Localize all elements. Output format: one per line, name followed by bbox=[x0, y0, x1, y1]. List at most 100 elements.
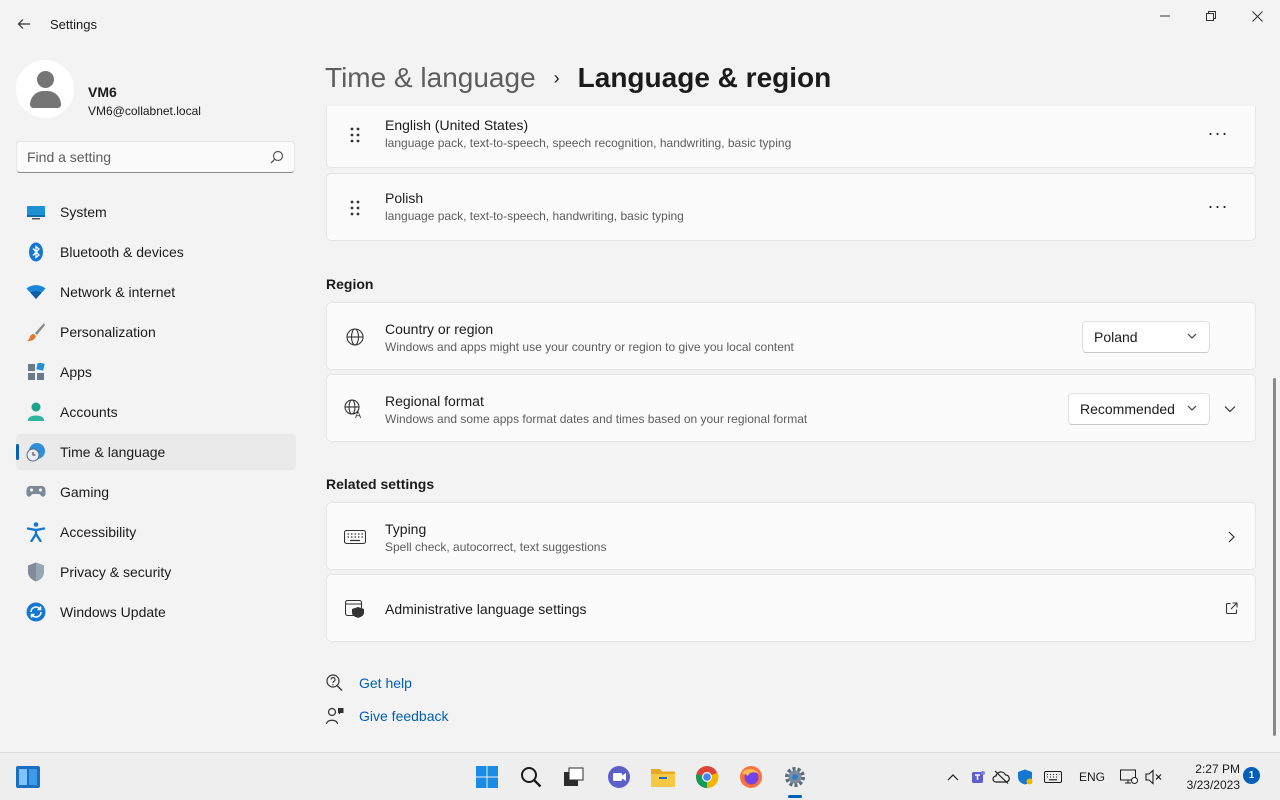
touch-keyboard-icon[interactable] bbox=[1044, 768, 1062, 786]
security-tray-icon[interactable] bbox=[1016, 768, 1034, 786]
keyboard-icon bbox=[343, 525, 367, 549]
sidebar-item-accounts[interactable]: Accounts bbox=[16, 394, 296, 430]
minimize-icon bbox=[1160, 15, 1170, 17]
user-profile[interactable]: VM6 VM6@collabnet.local bbox=[16, 60, 306, 118]
task-view-button[interactable] bbox=[560, 763, 588, 791]
sidebar-item-windows-update[interactable]: Windows Update bbox=[16, 594, 296, 630]
sidebar-item-bluetooth[interactable]: Bluetooth & devices bbox=[16, 234, 296, 270]
sidebar-item-label: Accounts bbox=[60, 404, 118, 420]
volume-muted-icon[interactable] bbox=[1145, 768, 1163, 786]
drag-handle-icon[interactable] bbox=[343, 196, 367, 220]
search-input[interactable] bbox=[27, 149, 270, 165]
page-title: Language & region bbox=[577, 62, 832, 93]
notification-badge[interactable]: 1 bbox=[1243, 767, 1260, 784]
accessibility-icon bbox=[26, 522, 46, 542]
sidebar-item-apps[interactable]: Apps bbox=[16, 354, 296, 390]
typing-card[interactable]: Typing Spell check, autocorrect, text su… bbox=[326, 502, 1256, 570]
regional-format-value: Recommended bbox=[1080, 401, 1175, 417]
admin-language-settings-card[interactable]: Administrative language settings bbox=[326, 574, 1256, 642]
bluetooth-icon bbox=[26, 242, 46, 262]
show-hidden-icons-button[interactable] bbox=[944, 768, 962, 786]
gamepad-icon bbox=[26, 482, 46, 502]
search-icon bbox=[521, 767, 542, 788]
sidebar-item-gaming[interactable]: Gaming bbox=[16, 474, 296, 510]
expand-chevron-icon[interactable] bbox=[1224, 403, 1236, 415]
task-view-icon bbox=[564, 767, 584, 786]
minimize-button[interactable] bbox=[1142, 0, 1188, 32]
network-tray-icon[interactable] bbox=[1120, 768, 1138, 786]
language-item-polish[interactable]: Polish language pack, text-to-speech, ha… bbox=[326, 173, 1256, 241]
related-settings-heading: Related settings bbox=[326, 476, 435, 492]
sidebar-item-system[interactable]: System bbox=[16, 194, 296, 230]
onedrive-offline-icon[interactable] bbox=[992, 768, 1010, 786]
country-title: Country or region bbox=[385, 321, 494, 337]
teams-chat-button[interactable] bbox=[605, 763, 633, 791]
country-region-card: Country or region Windows and apps might… bbox=[326, 302, 1256, 370]
breadcrumb-parent[interactable]: Time & language bbox=[325, 62, 536, 94]
chrome-button[interactable] bbox=[693, 763, 721, 791]
close-icon bbox=[1251, 10, 1263, 22]
language-item-english[interactable]: English (United States) language pack, t… bbox=[326, 106, 1256, 168]
wifi-icon bbox=[26, 282, 46, 302]
start-button[interactable] bbox=[473, 763, 501, 791]
restore-icon bbox=[1206, 11, 1216, 21]
sidebar-item-label: Accessibility bbox=[60, 524, 137, 540]
chevron-down-icon bbox=[1187, 405, 1197, 411]
update-icon bbox=[26, 602, 46, 622]
sidebar-item-accessibility[interactable]: Accessibility bbox=[16, 514, 296, 550]
more-options-button[interactable]: ··· bbox=[1203, 118, 1233, 148]
sidebar-item-label: Privacy & security bbox=[60, 564, 172, 580]
main-content: English (United States) language pack, t… bbox=[326, 106, 1256, 752]
get-help-link[interactable]: Get help bbox=[326, 674, 412, 692]
chevron-up-icon bbox=[947, 774, 959, 781]
apps-icon bbox=[26, 362, 46, 382]
drag-handle-icon[interactable] bbox=[343, 123, 367, 147]
sidebar-item-label: Bluetooth & devices bbox=[60, 244, 184, 260]
typing-title: Typing bbox=[385, 521, 427, 537]
sidebar-item-privacy[interactable]: Privacy & security bbox=[16, 554, 296, 590]
sidebar-item-network[interactable]: Network & internet bbox=[16, 274, 296, 310]
file-explorer-icon bbox=[651, 769, 675, 787]
teams-tray-icon[interactable] bbox=[969, 768, 987, 786]
country-value: Poland bbox=[1094, 329, 1138, 345]
sidebar-item-time-language[interactable]: Time & language bbox=[16, 434, 296, 470]
widgets-button[interactable] bbox=[14, 763, 42, 791]
scrollbar[interactable] bbox=[1273, 378, 1276, 736]
brush-icon bbox=[26, 322, 46, 342]
taskbar-search-button[interactable] bbox=[517, 763, 545, 791]
sidebar-item-personalization[interactable]: Personalization bbox=[16, 314, 296, 350]
language-name: Polish bbox=[385, 190, 424, 206]
clock[interactable]: 2:27 PM 3/23/2023 bbox=[1170, 761, 1240, 793]
back-arrow-icon bbox=[17, 19, 30, 29]
settings-taskbar-button[interactable] bbox=[781, 763, 809, 791]
give-feedback-link[interactable]: Give feedback bbox=[326, 707, 449, 725]
profile-email: VM6@collabnet.local bbox=[88, 104, 201, 118]
title-bar: Settings bbox=[0, 0, 1280, 48]
sidebar: VM6 VM6@collabnet.local System Bluetooth… bbox=[0, 48, 310, 752]
sidebar-item-label: Network & internet bbox=[60, 284, 176, 300]
search-icon[interactable] bbox=[270, 150, 284, 164]
svg-text:A: A bbox=[355, 411, 362, 419]
widgets-icon bbox=[16, 766, 40, 788]
regional-format-card[interactable]: A Regional format Windows and some apps … bbox=[326, 374, 1256, 442]
firefox-button[interactable] bbox=[737, 763, 765, 791]
file-explorer-button[interactable] bbox=[649, 763, 677, 791]
active-app-indicator bbox=[788, 795, 802, 798]
settings-icon bbox=[785, 767, 805, 787]
help-icon bbox=[326, 674, 344, 692]
time-language-icon bbox=[26, 442, 46, 462]
system-icon bbox=[26, 202, 46, 222]
admin-language-title: Administrative language settings bbox=[385, 601, 587, 617]
restore-button[interactable] bbox=[1188, 0, 1234, 32]
more-options-button[interactable]: ··· bbox=[1203, 191, 1233, 221]
firefox-icon bbox=[740, 766, 762, 788]
back-button[interactable] bbox=[10, 10, 38, 38]
regional-format-dropdown[interactable]: Recommended bbox=[1068, 393, 1210, 425]
country-dropdown[interactable]: Poland bbox=[1082, 321, 1210, 353]
close-button[interactable] bbox=[1234, 0, 1280, 32]
region-heading: Region bbox=[326, 276, 374, 292]
input-language-indicator[interactable]: ENG bbox=[1079, 770, 1105, 784]
breadcrumb-separator: › bbox=[553, 67, 560, 88]
sidebar-item-label: Personalization bbox=[60, 324, 156, 340]
feedback-icon bbox=[326, 707, 344, 725]
